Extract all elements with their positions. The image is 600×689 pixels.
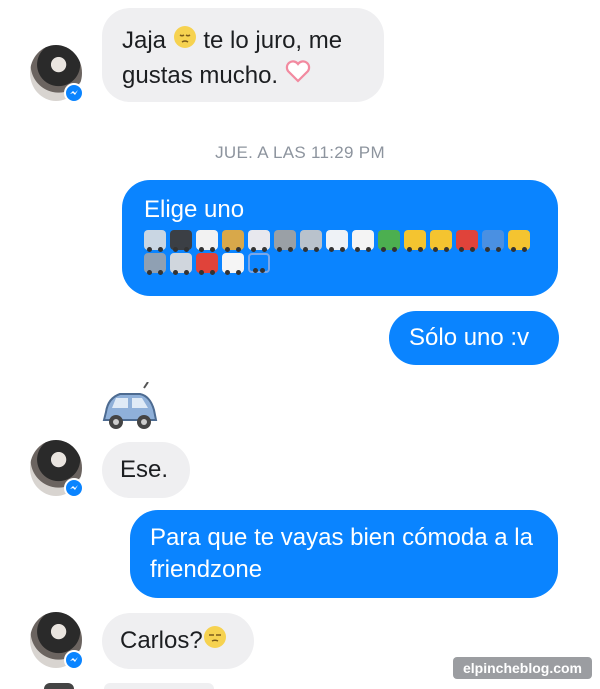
police-car-emoji <box>170 253 192 275</box>
message-bubble-partial <box>104 683 214 689</box>
bicycle-emoji <box>248 253 270 273</box>
blue-car-emoji-large[interactable] <box>100 381 160 432</box>
avatar[interactable] <box>30 45 84 103</box>
message-text: Elige uno <box>144 196 245 223</box>
message-bubble-outgoing[interactable]: Sólo uno :v <box>389 311 559 365</box>
taxi-emoji <box>508 230 530 252</box>
fire-engine-emoji <box>196 253 218 275</box>
chat-screen: { "messages": { "m1": { "text_before": "… <box>0 0 600 689</box>
ship-emoji <box>170 230 192 252</box>
railway-car-emoji <box>300 230 322 252</box>
message-text: Ese. <box>120 456 169 483</box>
tram-emoji <box>378 230 400 252</box>
bus-emoji <box>404 230 426 252</box>
messenger-badge-icon <box>64 650 84 670</box>
airplane-emoji <box>144 230 166 252</box>
messenger-badge-icon <box>64 83 84 103</box>
watermark: elpincheblog.com <box>452 657 592 679</box>
message-bubble-incoming[interactable]: Jaja te lo juro, me gustas mucho. <box>102 8 384 102</box>
train-emoji <box>274 230 296 252</box>
vehicle-emoji-list <box>144 230 544 275</box>
message-bubble-outgoing[interactable]: Elige uno <box>122 180 558 296</box>
timestamp: JUE. A LAS 11:29 PM <box>215 143 385 162</box>
avatar-partial <box>44 683 74 689</box>
message-bubble-outgoing[interactable]: Para que te vayas bien cómoda a la frien… <box>130 510 558 598</box>
rocket-emoji <box>248 230 270 252</box>
blue-car-emoji <box>482 230 504 252</box>
message-text: Para que te vayas bien cómoda a la frien… <box>150 524 533 583</box>
unamused-face-emoji <box>203 625 227 659</box>
message-bubble-incoming[interactable]: Ese. <box>102 442 190 498</box>
truck-emoji <box>144 253 166 275</box>
high-speed-train-emoji <box>352 230 374 252</box>
sailboat-emoji <box>196 230 218 252</box>
message-bubble-incoming[interactable]: Carlos? <box>102 613 254 669</box>
car-emoji <box>456 230 478 252</box>
message-text: Carlos? <box>120 627 203 654</box>
bullet-train-emoji <box>326 230 348 252</box>
trolleybus-emoji <box>430 230 452 252</box>
message-text: Sólo uno :v <box>409 324 530 351</box>
avatar[interactable] <box>30 440 84 498</box>
message-text: Jaja <box>122 27 167 54</box>
avatar[interactable] <box>30 612 84 670</box>
speedboat-emoji <box>222 230 244 252</box>
pensive-face-emoji <box>173 25 197 59</box>
messenger-badge-icon <box>64 478 84 498</box>
ambulance-emoji <box>222 253 244 275</box>
heart-emoji <box>285 59 311 93</box>
